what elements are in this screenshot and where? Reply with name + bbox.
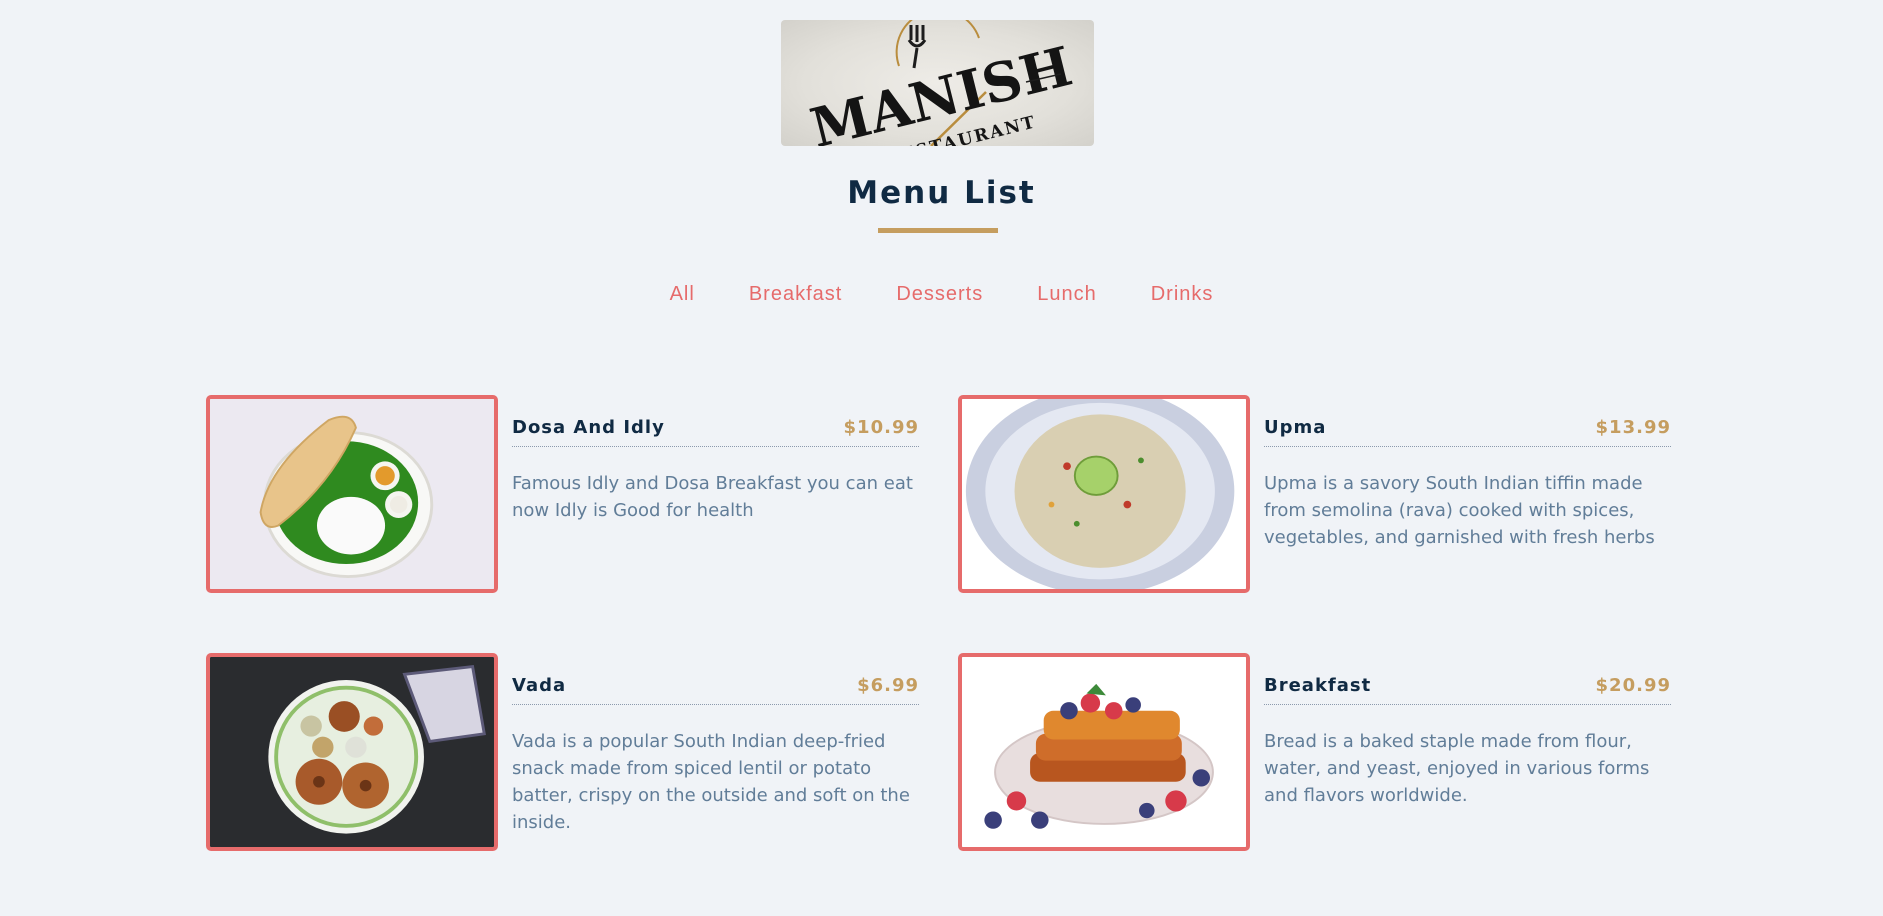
menu-item-price: $20.99 (1595, 675, 1671, 696)
page-title: Menu List (847, 175, 1036, 211)
menu-item-description: Bread is a baked staple made from flour,… (1264, 731, 1650, 806)
filter-all-button[interactable]: All (670, 279, 695, 310)
menu-item-description: Upma is a savory South Indian tiffin mad… (1264, 473, 1655, 548)
menu-item: Vada $6.99 Vada is a popular South India… (206, 653, 937, 851)
french-toast-image (962, 657, 1246, 847)
menu-item-name: Breakfast (1264, 675, 1372, 696)
menu-item-info: Breakfast $20.99 Bread is a baked staple… (1264, 675, 1671, 809)
restaurant-logo: MANISH RESTAURANT (781, 20, 1094, 146)
menu-item: Upma $13.99 Upma is a savory South India… (958, 395, 1689, 593)
logo-emblem: MANISH RESTAURANT (804, 20, 1078, 146)
menu-item-photo (206, 653, 498, 851)
menu-item-header: Upma $13.99 (1264, 417, 1671, 447)
filter-lunch-button[interactable]: Lunch (1037, 279, 1097, 310)
menu-item-header: Breakfast $20.99 (1264, 675, 1671, 705)
menu-item-photo (958, 653, 1250, 851)
menu-item-header: Vada $6.99 (512, 675, 919, 705)
category-filters: All Breakfast Desserts Lunch Drinks (0, 279, 1883, 310)
vada-image (210, 657, 494, 847)
menu-item-name: Vada (512, 675, 567, 696)
menu-item: Breakfast $20.99 Bread is a baked staple… (958, 653, 1689, 851)
fork-logo-icon (907, 25, 927, 69)
filter-breakfast-button[interactable]: Breakfast (749, 279, 842, 310)
menu-item-info: Upma $13.99 Upma is a savory South India… (1264, 417, 1671, 551)
filter-drinks-button[interactable]: Drinks (1151, 279, 1214, 310)
menu-item: Dosa And Idly $10.99 Famous Idly and Dos… (206, 395, 937, 593)
menu-item-description: Vada is a popular South Indian deep-frie… (512, 731, 910, 833)
title-underline (878, 228, 998, 233)
menu-item-price: $6.99 (857, 675, 919, 696)
menu-item-description: Famous Idly and Dosa Breakfast you can e… (512, 473, 913, 521)
menu-item-name: Dosa And Idly (512, 417, 665, 438)
menu-item-name: Upma (1264, 417, 1327, 438)
menu-item-price: $10.99 (843, 417, 919, 438)
dosa-idly-image (210, 399, 494, 589)
menu-item-header: Dosa And Idly $10.99 (512, 417, 919, 447)
menu-item-info: Dosa And Idly $10.99 Famous Idly and Dos… (512, 417, 919, 524)
menu-item-photo (206, 395, 498, 593)
menu-item-info: Vada $6.99 Vada is a popular South India… (512, 675, 919, 836)
filter-desserts-button[interactable]: Desserts (896, 279, 983, 310)
menu-item-price: $13.99 (1595, 417, 1671, 438)
menu-item-photo (958, 395, 1250, 593)
upma-image (962, 399, 1246, 589)
